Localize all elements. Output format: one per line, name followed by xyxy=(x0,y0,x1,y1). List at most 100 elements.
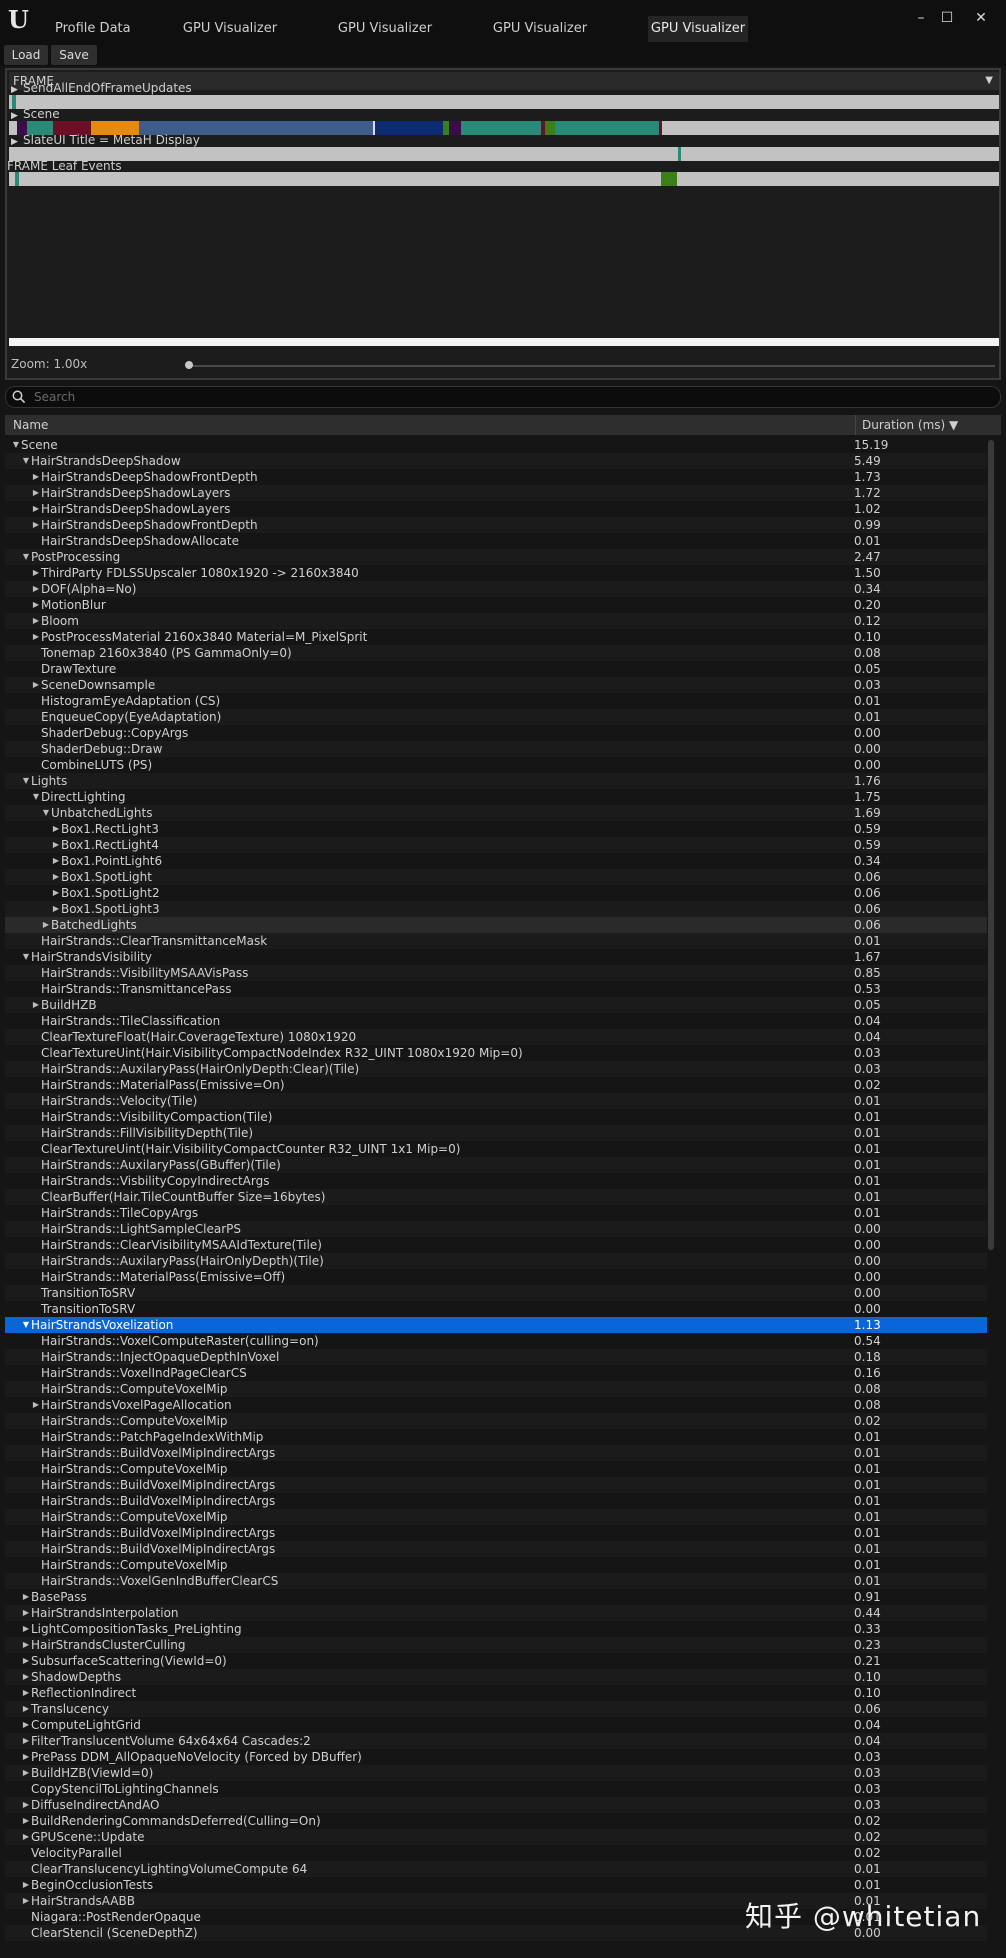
bar-segment[interactable] xyxy=(659,121,662,135)
tree-row[interactable]: HairStrands::Velocity(Tile) 0.01 xyxy=(5,1093,987,1109)
tree-row[interactable]: ▶ ReflectionIndirect 0.10 xyxy=(5,1685,987,1701)
expand-arrow-icon[interactable]: ▶ xyxy=(31,629,41,645)
collapse-arrow-icon[interactable]: ▼ xyxy=(21,949,31,965)
expand-arrow-icon[interactable]: ▶ xyxy=(21,1701,31,1717)
expand-arrow-icon[interactable]: ▶ xyxy=(31,469,41,485)
tree-row[interactable]: HairStrands::PatchPageIndexWithMip 0.01 xyxy=(5,1429,987,1445)
tree-row[interactable]: HairStrands::VisbilityCopyIndirectArgs 0.… xyxy=(5,1173,987,1189)
tree-scrollbar-thumb[interactable] xyxy=(988,440,994,1250)
expand-arrow-icon[interactable]: ▶ xyxy=(41,917,51,933)
tree-row[interactable]: ▶ DiffuseIndirectAndAO 0.03 xyxy=(5,1797,987,1813)
expand-arrow-icon[interactable]: ▶ xyxy=(21,1621,31,1637)
close-icon[interactable]: ✕ xyxy=(970,8,992,28)
tree-row[interactable]: ▶ Box1.RectLight3 0.59 xyxy=(5,821,987,837)
column-header-duration[interactable]: Duration (ms) ▼ xyxy=(855,415,985,435)
expand-arrow-icon[interactable]: ▶ xyxy=(31,581,41,597)
bar-segment[interactable] xyxy=(375,121,443,135)
expand-arrow-icon[interactable]: ▶ xyxy=(21,1829,31,1845)
column-header-name[interactable]: Name xyxy=(13,415,48,435)
expand-arrow-icon[interactable]: ▶ xyxy=(31,997,41,1013)
tree-row[interactable]: HairStrands::ComputeVoxelMip 0.01 xyxy=(5,1557,987,1573)
expand-arrow-icon[interactable]: ▶ xyxy=(21,1669,31,1685)
zoom-slider[interactable] xyxy=(187,365,995,367)
collapse-arrow-icon[interactable]: ▼ xyxy=(41,805,51,821)
maximize-icon[interactable]: ☐ xyxy=(936,8,958,28)
tree-row[interactable]: CombineLUTS (PS) 0.00 xyxy=(5,757,987,773)
bar-segment[interactable] xyxy=(661,172,677,186)
collapse-arrow-icon[interactable]: ▼ xyxy=(21,773,31,789)
tree-row[interactable]: ▶ LightCompositionTasks_PreLighting 0.33 xyxy=(5,1621,987,1637)
expand-arrow-icon[interactable]: ▶ xyxy=(31,565,41,581)
expand-arrow-icon[interactable]: ▶ xyxy=(31,1397,41,1413)
tree-row[interactable]: VelocityParallel 0.02 xyxy=(5,1845,987,1861)
expand-arrow-icon[interactable]: ▶ xyxy=(21,1637,31,1653)
leaf-events-bar[interactable] xyxy=(9,172,999,186)
tree-row[interactable]: ▶ PostProcessMaterial 2160x3840 Material=… xyxy=(5,629,987,645)
expand-arrow-icon[interactable]: ▶ xyxy=(51,837,61,853)
zoom-slider-handle[interactable] xyxy=(185,361,193,369)
tree-row[interactable]: ▶ HairStrandsDeepShadowLayers 1.72 xyxy=(5,485,987,501)
collapse-arrow-icon[interactable]: ▼ xyxy=(11,437,21,453)
tree-scrollbar[interactable] xyxy=(987,440,995,1955)
expand-arrow-icon[interactable]: ▶ xyxy=(31,501,41,517)
expand-arrow-icon[interactable]: ▶ xyxy=(21,1797,31,1813)
tree-row[interactable]: HairStrands::FillVisibilityDepth(Tile) 0.… xyxy=(5,1125,987,1141)
tree-row[interactable]: ▶ Box1.PointLight6 0.34 xyxy=(5,853,987,869)
tree-row[interactable]: HairStrands::LightSampleClearPS 0.00 xyxy=(5,1221,987,1237)
tree-row[interactable]: ▼ UnbatchedLights 1.69 xyxy=(5,805,987,821)
tree-row[interactable]: ▶ HairStrandsVoxelPageAllocation 0.08 xyxy=(5,1397,987,1413)
tree-row[interactable]: HairStrands::ComputeVoxelMip 0.08 xyxy=(5,1381,987,1397)
expand-arrow-icon[interactable]: ▶ xyxy=(21,1877,31,1893)
tab-gpu-visualizer-4[interactable]: GPU Visualizer xyxy=(648,16,748,42)
tree-row[interactable]: ▶ HairStrandsDeepShadowLayers 1.02 xyxy=(5,501,987,517)
load-button[interactable]: Load xyxy=(4,45,48,65)
tree-row[interactable]: HairStrands::InjectOpaqueDepthInVoxel 0.1… xyxy=(5,1349,987,1365)
tree-row[interactable]: ▶ GPUScene::Update 0.02 xyxy=(5,1829,987,1845)
tree-row[interactable]: HairStrands::VoxelIndPageClearCS 0.16 xyxy=(5,1365,987,1381)
tree-row[interactable]: HairStrands::AuxilaryPass(HairOnlyDepth)… xyxy=(5,1253,987,1269)
expand-arrow-icon[interactable]: ▶ xyxy=(51,821,61,837)
expand-arrow-icon[interactable]: ▶ xyxy=(51,885,61,901)
tree-row[interactable]: HairStrands::BuildVoxelMipIndirectArgs 0.… xyxy=(5,1541,987,1557)
tree-row[interactable]: EnqueueCopy(EyeAdaptation) 0.01 xyxy=(5,709,987,725)
tree-row[interactable]: ▼ HairStrandsVisibility 1.67 xyxy=(5,949,987,965)
tree-row[interactable]: HairStrands::MaterialPass(Emissive=On) 0.… xyxy=(5,1077,987,1093)
expand-arrow-icon[interactable]: ▶ xyxy=(31,597,41,613)
tree-row[interactable]: HairStrands::ComputeVoxelMip 0.01 xyxy=(5,1461,987,1477)
tree-row[interactable]: ▶ ThirdParty FDLSSUpscaler 1080x1920 -> 2… xyxy=(5,565,987,581)
tree-row[interactable]: ▼ HairStrandsDeepShadow 5.49 xyxy=(5,453,987,469)
tree-row[interactable]: HairStrands::VisibilityMSAAVisPass 0.85 xyxy=(5,965,987,981)
tree-row[interactable]: HairStrands::ComputeVoxelMip 0.01 xyxy=(5,1509,987,1525)
tree-row[interactable]: HairStrands::ClearVisibilityMSAAIdTextur… xyxy=(5,1237,987,1253)
tree-row[interactable]: ▶ ShadowDepths 0.10 xyxy=(5,1669,987,1685)
collapse-arrow-icon[interactable]: ▼ xyxy=(21,453,31,469)
expand-arrow-icon[interactable]: ▶ xyxy=(21,1717,31,1733)
bar-segment[interactable] xyxy=(678,147,681,161)
tree-row[interactable]: ▶ PrePass DDM_AllOpaqueNoVelocity (Forced… xyxy=(5,1749,987,1765)
bar-segment[interactable] xyxy=(465,121,541,135)
expand-arrow-icon[interactable]: ▶ xyxy=(21,1605,31,1621)
tree-row[interactable]: ShaderDebug::Draw 0.00 xyxy=(5,741,987,757)
tree-row[interactable]: HairStrands::BuildVoxelMipIndirectArgs 0.… xyxy=(5,1445,987,1461)
tree-row[interactable]: ▶ HairStrandsDeepShadowFrontDepth 1.73 xyxy=(5,469,987,485)
event-label-scene[interactable]: ▶ Scene xyxy=(11,107,60,121)
minimize-icon[interactable]: – xyxy=(910,8,932,28)
tab-gpu-visualizer-1[interactable]: GPU Visualizer xyxy=(180,16,280,42)
tree-row[interactable]: ▼ DirectLighting 1.75 xyxy=(5,789,987,805)
tree-row[interactable]: ▶ Box1.SpotLight 0.06 xyxy=(5,869,987,885)
event-label-sendallendofframeupdates[interactable]: ▶ SendAllEndOfFrameUpdates xyxy=(11,81,192,95)
expand-arrow-icon[interactable]: ▶ xyxy=(51,853,61,869)
tree-row[interactable]: ▼ Scene 15.19 xyxy=(5,437,987,453)
tree-row[interactable]: HairStrands::TransmittancePass 0.53 xyxy=(5,981,987,997)
tree-row[interactable]: ▶ BuildRenderingCommandsDeferred(Culling=… xyxy=(5,1813,987,1829)
tree-row[interactable]: ▶ ComputeLightGrid 0.04 xyxy=(5,1717,987,1733)
expand-arrow-icon[interactable]: ▶ xyxy=(51,901,61,917)
tree-row[interactable]: ▶ Box1.RectLight4 0.59 xyxy=(5,837,987,853)
tree-row[interactable]: ▼ Lights 1.76 xyxy=(5,773,987,789)
tab-gpu-visualizer-2[interactable]: GPU Visualizer xyxy=(335,16,435,42)
tree-row[interactable]: HairStrands::MaterialPass(Emissive=Off) 0… xyxy=(5,1269,987,1285)
event-bar-sendallendofframeupdates[interactable] xyxy=(9,95,999,109)
tree-row[interactable]: ▶ BeginOcclusionTests 0.01 xyxy=(5,1877,987,1893)
expand-arrow-icon[interactable]: ▶ xyxy=(21,1813,31,1829)
event-label-slateui[interactable]: ▶ SlateUI Title = MetaH Display xyxy=(11,133,200,147)
